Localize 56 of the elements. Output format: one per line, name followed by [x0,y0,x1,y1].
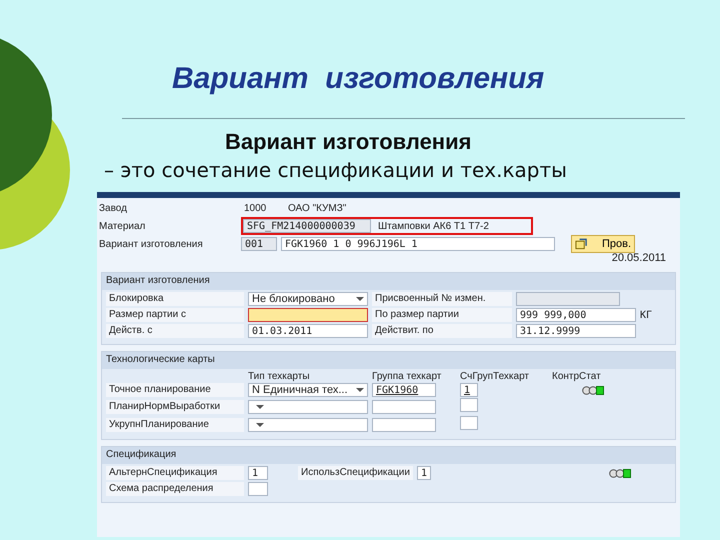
input-field[interactable]: 999 999,000 [516,308,636,322]
plant-code: 1000 [243,202,268,214]
subtitle-text: – это сочетание спецификации и тех.карты [103,157,568,184]
field-label: Размер партии с [106,308,244,322]
caret-icon [356,297,364,301]
check-button[interactable]: Пров. [571,235,635,253]
dropdown-field[interactable] [248,418,368,432]
date-text: 20.05.2011 [612,252,666,266]
input-field[interactable]: 31.12.9999 [516,324,636,338]
input-field[interactable]: 01.03.2011 [248,324,368,338]
dropdown-field[interactable]: N Единичная тех... [248,383,368,397]
slide-title: Вариант изготовления [171,61,546,97]
input-field[interactable] [460,398,478,412]
dropdown-field[interactable] [248,400,368,414]
input-field[interactable] [372,400,436,414]
caret-icon [256,422,264,426]
material-description: Штамповки АК6 Т1 Т7-2 [377,220,490,232]
section-title: Технологические карты [102,352,675,369]
field-label: Схема распределения [106,482,244,496]
field-label: УкрупнПланирование [106,418,244,432]
input-field[interactable] [372,418,436,432]
material-field[interactable]: SFG_FM214000000039 [243,219,371,233]
field-label: Действит. по [372,324,512,338]
input-field[interactable]: 1 [248,466,268,480]
input-field[interactable]: 1 [460,383,478,397]
input-field[interactable]: FGK1960 [372,383,436,397]
input-field[interactable] [460,416,478,430]
input-field[interactable]: 1 [416,466,431,480]
field-label: Присвоенный № измен. [372,292,512,306]
field-label: Вариант изготовления [98,238,204,250]
variant-code-field[interactable]: 001 [241,237,277,251]
input-field[interactable] [248,308,368,322]
caret-icon [356,388,364,392]
unit-text: КГ [640,310,652,320]
field-label: АльтернСпецификация [106,466,244,480]
field-label: Материал [98,220,146,232]
field-label: ПланирНормВыработки [106,400,244,414]
caret-icon [256,404,264,408]
column-header: КонтрСтат [552,371,602,382]
input-field[interactable] [248,482,268,496]
column-header: Группа техкарт [372,371,442,382]
variant-description-field[interactable]: FGK1960 1 0 996J196L 1 [281,237,555,251]
field-label: Действ. с [106,324,244,338]
input-field[interactable] [516,292,620,306]
field-label: По размер партии [372,308,512,322]
field-label: Точное планирование [106,383,244,397]
column-header: СчГрупТехкарт [460,371,530,382]
field-label: ИспользСпецификации [298,466,413,480]
section-title: Спецификация [102,447,675,464]
subtitle-text: Вариант изготовления [224,128,472,156]
field-label: Блокировка [106,292,244,306]
field-label: Завод [98,202,128,214]
plant-name: ОАО "КУМЗ" [287,202,348,214]
section-title: Вариант изготовления [102,273,675,290]
column-header: Тип техкарты [248,371,311,382]
dropdown-field[interactable]: Не блокировано [248,292,368,306]
